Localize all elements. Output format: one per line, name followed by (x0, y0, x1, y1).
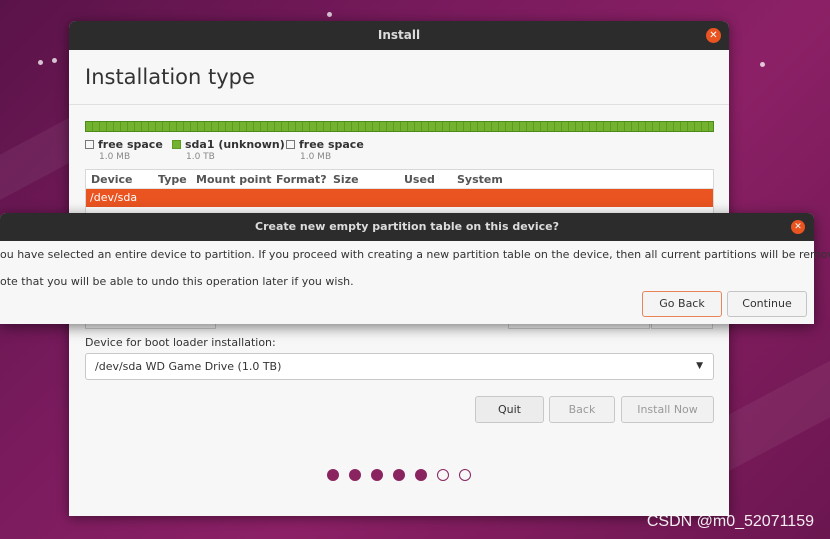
column-header-size[interactable]: Size (333, 173, 359, 186)
legend-item-free-space-1: free space 1.0 MB (85, 138, 163, 162)
back-button[interactable]: Back (549, 396, 615, 423)
wallpaper-dot (38, 60, 43, 65)
progress-dot (459, 469, 471, 481)
page-title: Installation type (85, 65, 255, 89)
progress-dot (437, 469, 449, 481)
title-divider (69, 104, 729, 105)
device-cell: /dev/sda (90, 191, 138, 204)
dialog-message: ou have selected an entire device to par… (0, 248, 830, 261)
column-header-system[interactable]: System (457, 173, 503, 186)
confirm-dialog: Create new empty partition table on this… (0, 213, 830, 324)
window-close-icon[interactable]: ✕ (706, 28, 721, 43)
column-header-device[interactable]: Device (91, 173, 133, 186)
progress-dot (349, 469, 361, 481)
continue-button[interactable]: Continue (727, 291, 807, 317)
progress-dot (371, 469, 383, 481)
column-header-used[interactable]: Used (404, 173, 435, 186)
progress-dot (415, 469, 427, 481)
dropdown-arrow-icon: ▼ (696, 361, 703, 371)
progress-dot (393, 469, 405, 481)
go-back-button[interactable]: Go Back (642, 291, 722, 317)
wallpaper-dot (327, 12, 332, 17)
bootloader-selected-value: /dev/sda WD Game Drive (1.0 TB) (95, 360, 282, 373)
wallpaper-dot (760, 62, 765, 67)
window-title: Install (377, 28, 421, 42)
watermark: CSDN @m0_52071159 (646, 513, 814, 530)
wallpaper-dot (52, 58, 57, 63)
free-space-swatch-icon (286, 140, 295, 149)
used-partition-swatch-icon (172, 140, 181, 149)
install-now-button[interactable]: Install Now (621, 396, 714, 423)
partition-bar (85, 121, 714, 132)
bootloader-label: Device for boot loader installation: (85, 336, 276, 349)
dialog-title: Create new empty partition table on this… (255, 220, 559, 233)
legend-item-free-space-2: free space 1.0 MB (286, 138, 364, 162)
window-titlebar: Install ✕ (69, 21, 729, 50)
dialog-close-icon[interactable]: ✕ (791, 220, 805, 234)
column-header-format[interactable]: Format? (276, 173, 327, 186)
bootloader-device-select[interactable]: /dev/sda WD Game Drive (1.0 TB) ▼ (85, 353, 714, 380)
dialog-note: ote that you will be able to undo this o… (0, 275, 354, 288)
table-row-dev-sda[interactable]: /dev/sda (86, 189, 713, 207)
column-header-type[interactable]: Type (158, 173, 187, 186)
column-header-mount-point[interactable]: Mount point (196, 173, 272, 186)
free-space-swatch-icon (85, 140, 94, 149)
legend-item-sda1: sda1 (unknown) 1.0 TB (172, 138, 285, 162)
quit-button[interactable]: Quit (475, 396, 544, 423)
partition-table: Device Type Mount point Format? Size Use… (85, 169, 714, 217)
dialog-titlebar: Create new empty partition table on this… (0, 213, 814, 241)
progress-dot (327, 469, 339, 481)
partition-table-header: Device Type Mount point Format? Size Use… (86, 170, 713, 189)
